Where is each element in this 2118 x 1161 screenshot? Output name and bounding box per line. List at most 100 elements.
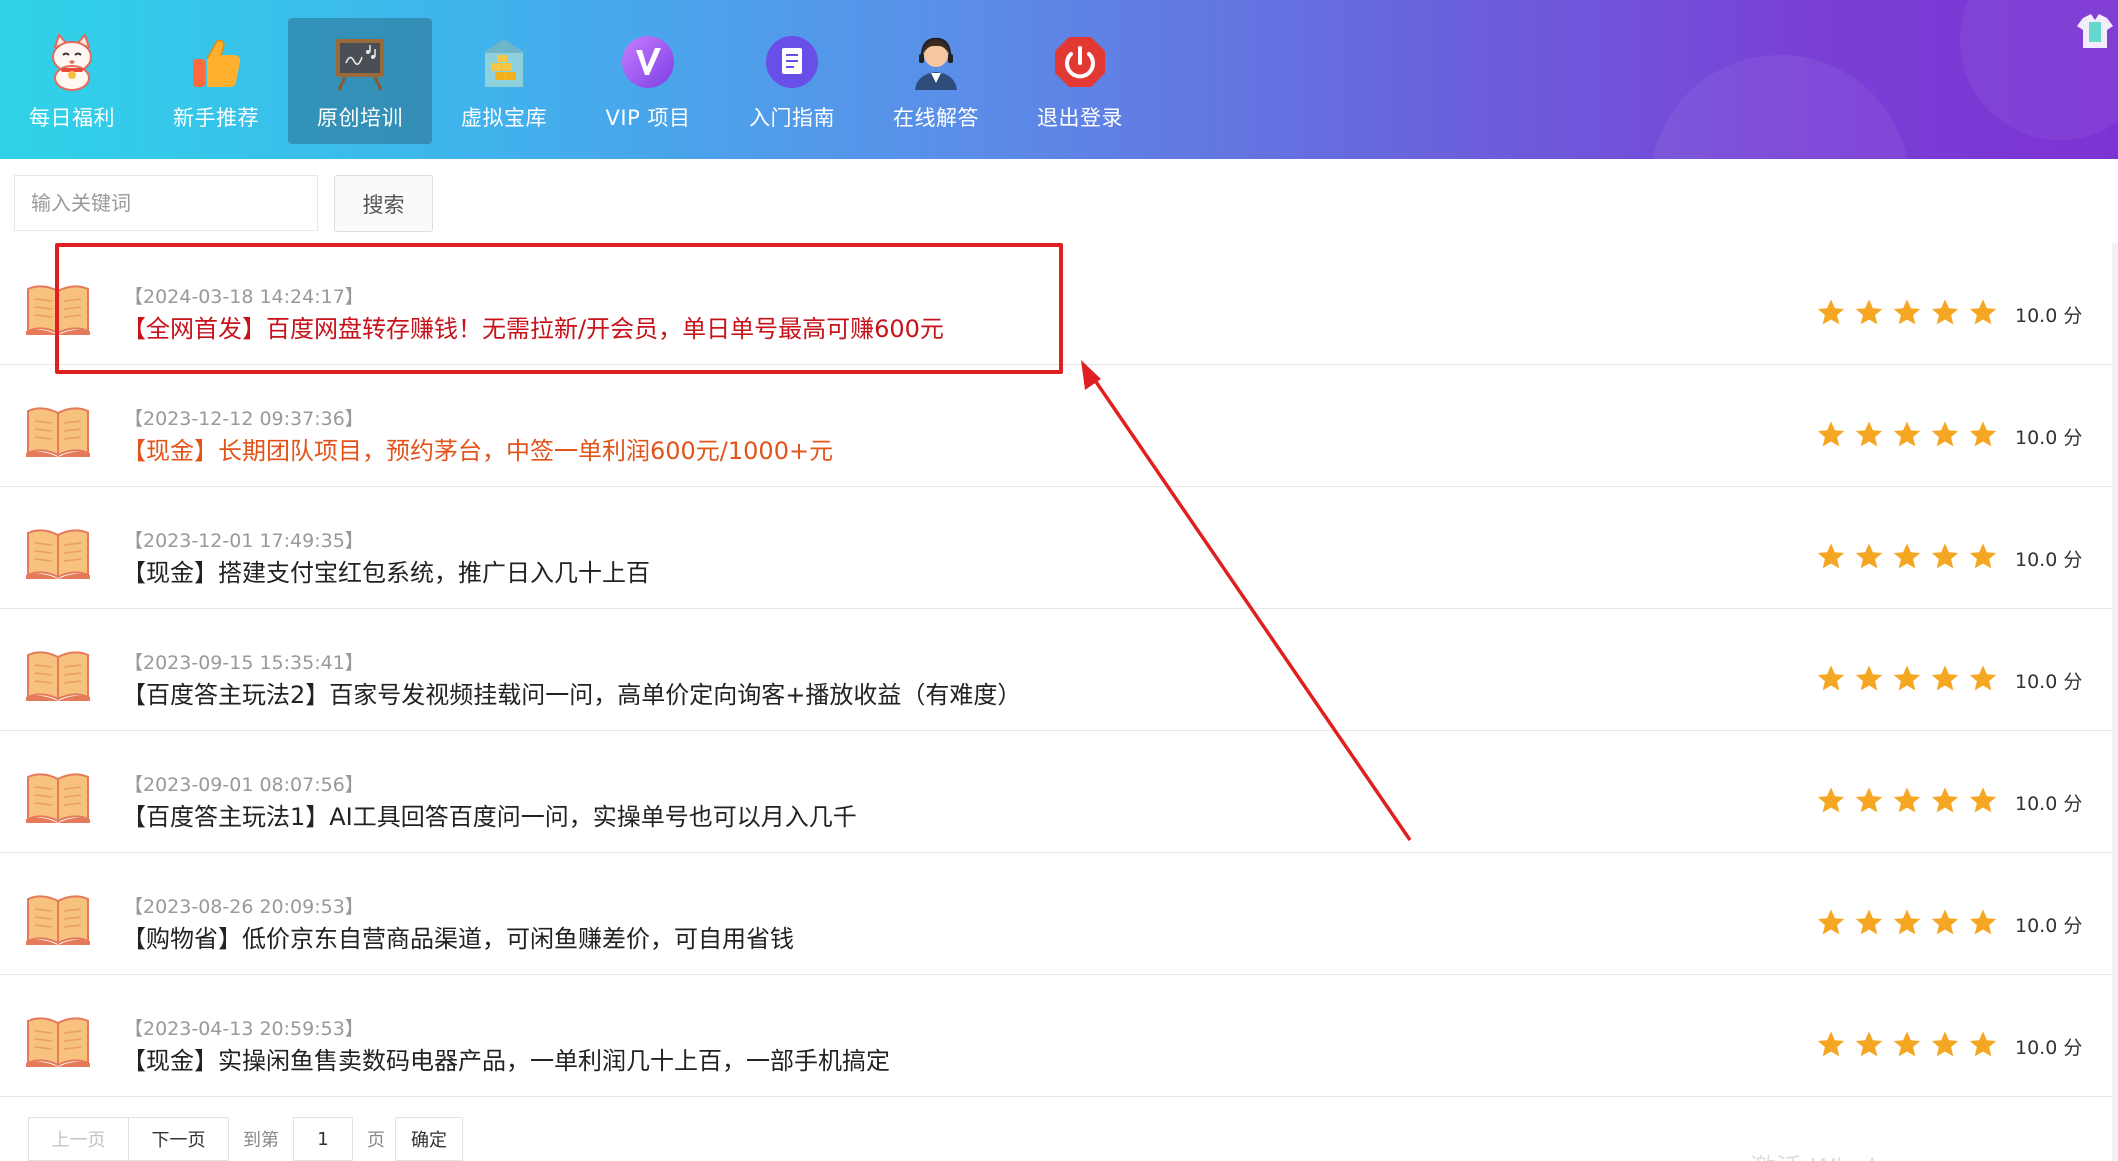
book-icon [26, 651, 90, 701]
confirm-page-button[interactable]: 确定 [395, 1117, 463, 1161]
star-icon [1855, 909, 1883, 935]
vip-badge-icon [618, 32, 678, 92]
book-icon [26, 407, 90, 457]
star-icon [1893, 665, 1921, 691]
star-icon [1855, 1031, 1883, 1057]
star-icon [1931, 299, 1959, 325]
header-decoration [1650, 55, 1910, 159]
nav-item-original-training[interactable]: 原创培训 [288, 18, 432, 144]
shirt-icon[interactable] [2075, 12, 2115, 50]
nav-label: 原创培训 [317, 106, 403, 130]
star-icon [1969, 299, 1997, 325]
nav-label: 虚拟宝库 [461, 106, 547, 130]
star-icon [1817, 665, 1845, 691]
book-icon [26, 285, 90, 335]
star-rating [1816, 419, 1998, 449]
article-date: 【2023-08-26 20:09:53】 [124, 896, 364, 918]
star-icon [1893, 421, 1921, 447]
star-rating [1816, 541, 1998, 571]
article-title-link[interactable]: 【现金】实操闲鱼售卖数码电器产品，一单利润几十上百，一部手机搞定 [122, 1041, 890, 1076]
list-item[interactable]: 【2023-08-26 20:09:53】 【购物省】低价京东自营商品渠道，可闲鱼… [0, 853, 2112, 975]
star-icon [1817, 909, 1845, 935]
main-nav: 每日福利 新手推荐 原创培训 虚拟宝库 VIP 项目 入门指南 在线解答 退出登… [0, 18, 1152, 144]
rating-score: 10.0 分 [2015, 793, 2083, 815]
star-icon [1855, 421, 1883, 447]
star-icon [1893, 543, 1921, 569]
article-title-link[interactable]: 【现金】搭建支付宝红包系统，推广日入几十上百 [122, 553, 650, 588]
search-button[interactable]: 搜索 [334, 175, 433, 232]
chalkboard-icon [330, 32, 390, 92]
nav-item-online-answers[interactable]: 在线解答 [864, 18, 1008, 144]
article-list: 【2024-03-18 14:24:17】 【全网首发】百度网盘转存赚钱！无需拉新… [0, 243, 2112, 1097]
list-item[interactable]: 【2023-12-12 09:37:36】 【现金】长期团队项目，预约茅台，中签一… [0, 365, 2112, 487]
book-icon [26, 773, 90, 823]
nav-label: 在线解答 [893, 106, 979, 130]
scrollbar[interactable] [2112, 243, 2118, 1161]
page-number-input[interactable] [293, 1117, 353, 1161]
article-title-link[interactable]: 【百度答主玩法1】AI工具回答百度问一问，实操单号也可以月入几千 [122, 797, 857, 832]
pagination: 上一页 下一页 到第 页 确定 [28, 1117, 463, 1161]
nav-item-daily-welfare[interactable]: 每日福利 [0, 18, 144, 144]
article-title-link[interactable]: 【现金】长期团队项目，预约茅台，中签一单利润600元/1000+元 [122, 431, 833, 466]
nav-label: 新手推荐 [173, 106, 259, 130]
article-title-link[interactable]: 【百度答主玩法2】百家号发视频挂载问一问，高单价定向询客+播放收益（有难度） [122, 675, 1021, 710]
star-icon [1855, 787, 1883, 813]
article-date: 【2023-12-01 17:49:35】 [124, 530, 364, 552]
watermark: 激活 Wind [1750, 1148, 1876, 1161]
star-icon [1969, 421, 1997, 447]
rating-score: 10.0 分 [2015, 549, 2083, 571]
nav-item-virtual-vault[interactable]: 虚拟宝库 [432, 18, 576, 144]
page: 每日福利 新手推荐 原创培训 虚拟宝库 VIP 项目 入门指南 在线解答 退出登… [0, 0, 2118, 1161]
nav-label: 退出登录 [1037, 106, 1123, 130]
star-icon [1969, 665, 1997, 691]
list-item[interactable]: 【2023-09-01 08:07:56】 【百度答主玩法1】AI工具回答百度问一… [0, 731, 2112, 853]
rating-score: 10.0 分 [2015, 427, 2083, 449]
support-agent-icon [906, 32, 966, 92]
article-date: 【2023-09-01 08:07:56】 [124, 774, 364, 796]
star-icon [1817, 421, 1845, 447]
article-title-link[interactable]: 【全网首发】百度网盘转存赚钱！无需拉新/开会员，单日单号最高可赚600元 [122, 309, 944, 344]
treasure-vault-icon [474, 32, 534, 92]
list-item[interactable]: 【2023-04-13 20:59:53】 【现金】实操闲鱼售卖数码电器产品，一单… [0, 975, 2112, 1097]
prev-page-button[interactable]: 上一页 [28, 1117, 129, 1161]
nav-item-getting-started[interactable]: 入门指南 [720, 18, 864, 144]
document-icon [762, 32, 822, 92]
star-icon [1969, 1031, 1997, 1057]
rating-score: 10.0 分 [2015, 1037, 2083, 1059]
article-date: 【2023-09-15 15:35:41】 [124, 652, 364, 674]
nav-item-beginner-recommend[interactable]: 新手推荐 [144, 18, 288, 144]
star-icon [1855, 543, 1883, 569]
rating-score: 10.0 分 [2015, 915, 2083, 937]
star-icon [1855, 299, 1883, 325]
nav-label: 每日福利 [29, 106, 115, 130]
star-icon [1893, 299, 1921, 325]
article-date: 【2024-03-18 14:24:17】 [124, 286, 364, 308]
book-icon [26, 895, 90, 945]
list-item[interactable]: 【2023-09-15 15:35:41】 【百度答主玩法2】百家号发视频挂载问一… [0, 609, 2112, 731]
star-icon [1817, 299, 1845, 325]
star-rating [1816, 297, 1998, 327]
article-date: 【2023-12-12 09:37:36】 [124, 408, 364, 430]
star-icon [1817, 787, 1845, 813]
nav-item-vip-project[interactable]: VIP 项目 [576, 18, 720, 144]
goto-prefix: 到第 [243, 1130, 279, 1151]
nav-label: 入门指南 [749, 106, 835, 130]
rating-score: 10.0 分 [2015, 305, 2083, 327]
star-icon [1893, 787, 1921, 813]
star-rating [1816, 1029, 1998, 1059]
star-rating [1816, 907, 1998, 937]
list-item[interactable]: 【2023-12-01 17:49:35】 【现金】搭建支付宝红包系统，推广日入几… [0, 487, 2112, 609]
next-page-button[interactable]: 下一页 [128, 1117, 229, 1161]
star-rating [1816, 663, 1998, 693]
nav-label: VIP 项目 [605, 106, 691, 130]
star-icon [1931, 909, 1959, 935]
nav-item-logout[interactable]: 退出登录 [1008, 18, 1152, 144]
star-icon [1817, 1031, 1845, 1057]
list-item[interactable]: 【2024-03-18 14:24:17】 【全网首发】百度网盘转存赚钱！无需拉新… [0, 243, 2112, 365]
goto-suffix: 页 [367, 1130, 385, 1151]
top-nav-bar: 每日福利 新手推荐 原创培训 虚拟宝库 VIP 项目 入门指南 在线解答 退出登… [0, 0, 2118, 159]
thumbs-up-icon [186, 32, 246, 92]
article-title-link[interactable]: 【购物省】低价京东自营商品渠道，可闲鱼赚差价，可自用省钱 [122, 919, 794, 954]
star-icon [1969, 787, 1997, 813]
search-input[interactable] [14, 175, 318, 231]
